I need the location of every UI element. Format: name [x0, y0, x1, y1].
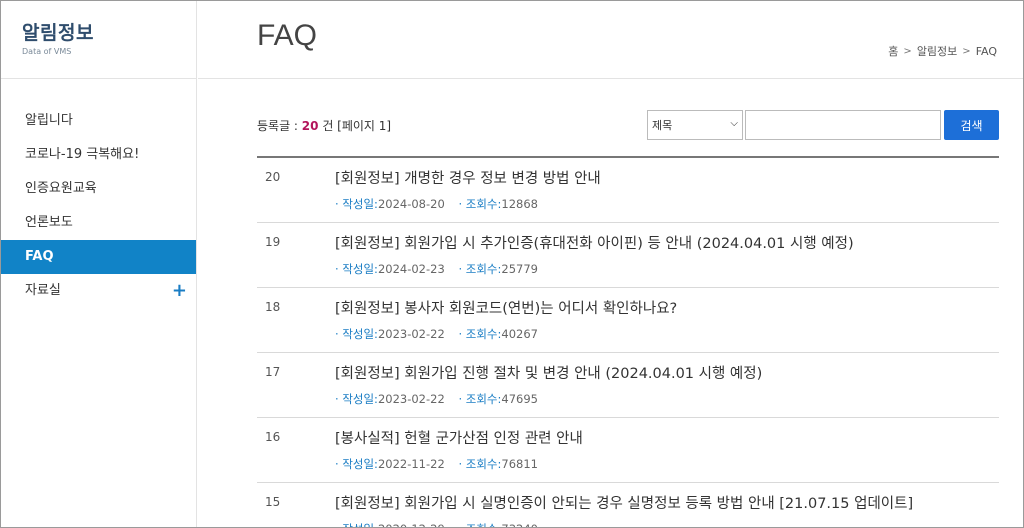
- post-count: 등록글 : 20 건 [페이지 1]: [257, 117, 391, 134]
- sidebar-item-press[interactable]: 언론보도: [1, 206, 196, 240]
- post-date: 2022-11-22: [377, 457, 445, 471]
- sidebar-item-covid[interactable]: 코로나-19 극복해요!: [1, 138, 196, 172]
- search-button[interactable]: 검색: [944, 110, 999, 140]
- list-item: 19 [회원정보] 회원가입 시 추가인증(휴대전화 아이핀) 등 안내 (20…: [257, 223, 999, 288]
- post-count-suffix: 건 [페이지 1]: [318, 119, 392, 133]
- views-label: · 조회수:: [458, 457, 502, 471]
- post-date: 2023-02-22: [377, 327, 445, 341]
- chevron-right-icon: >: [903, 45, 912, 57]
- site-subtitle: Data of VMS: [22, 47, 72, 56]
- views-label: · 조회수:: [458, 197, 502, 211]
- post-meta: · 작성일:2023-02-22 · 조회수:47695: [335, 391, 538, 407]
- sidebar-item-faq[interactable]: FAQ: [1, 240, 196, 274]
- sidebar-item-archive[interactable]: 자료실 +: [1, 274, 196, 308]
- post-views: 25779: [501, 262, 538, 276]
- sidebar-item-label: 코로나-19 극복해요!: [25, 147, 140, 162]
- main-content: FAQ 홈 > 알림정보 > FAQ 등록글 : 20 건 [페이지 1] 제목…: [198, 1, 1023, 527]
- post-title[interactable]: [회원정보] 회원가입 시 추가인증(휴대전화 아이핀) 등 안내 (2024.…: [335, 232, 854, 253]
- post-title[interactable]: [회원정보] 봉사자 회원코드(연번)는 어디서 확인하나요?: [335, 297, 677, 318]
- date-label: · 작성일:: [335, 522, 378, 527]
- browser-frame: 알림정보 Data of VMS 알립니다 코로나-19 극복해요! 인증요원교…: [0, 0, 1024, 528]
- page-title: FAQ: [257, 19, 318, 52]
- breadcrumb: 홈 > 알림정보 > FAQ: [888, 43, 997, 59]
- sidebar: 알림정보 Data of VMS 알립니다 코로나-19 극복해요! 인증요원교…: [1, 1, 197, 527]
- list-item: 17 [회원정보] 회원가입 진행 절차 및 변경 안내 (2024.04.01…: [257, 353, 999, 418]
- sidebar-item-label: FAQ: [25, 249, 54, 264]
- post-date: 2024-02-23: [377, 262, 445, 276]
- breadcrumb-home[interactable]: 홈: [888, 43, 898, 59]
- faq-list: 20 [회원정보] 개명한 경우 정보 변경 방법 안내 · 작성일:2024-…: [257, 156, 999, 527]
- post-number: 17: [265, 365, 281, 379]
- site-logo[interactable]: 알림정보 Data of VMS: [1, 1, 196, 79]
- post-number: 19: [265, 235, 281, 249]
- date-label: · 작성일:: [335, 457, 378, 471]
- post-date: 2023-02-22: [377, 392, 445, 406]
- site-title: 알림정보: [22, 22, 94, 44]
- post-title[interactable]: [봉사실적] 헌혈 군가산점 인정 관련 안내: [335, 427, 583, 448]
- date-label: · 작성일:: [335, 262, 378, 276]
- sidebar-item-certification-training[interactable]: 인증요원교육: [1, 172, 196, 206]
- post-number: 15: [265, 495, 281, 509]
- post-title[interactable]: [회원정보] 회원가입 진행 절차 및 변경 안내 (2024.04.01 시행…: [335, 362, 762, 383]
- post-views: 76811: [501, 457, 538, 471]
- breadcrumb-section[interactable]: 알림정보: [917, 43, 957, 59]
- list-item: 15 [회원정보] 회원가입 시 실명인증이 안되는 경우 실명정보 등록 방법…: [257, 483, 999, 527]
- list-item: 16 [봉사실적] 헌혈 군가산점 인정 관련 안내 · 작성일:2022-11…: [257, 418, 999, 483]
- post-count-value: 20: [301, 119, 319, 133]
- post-date: 2020-12-29: [378, 522, 445, 527]
- side-menu: 알립니다 코로나-19 극복해요! 인증요원교육 언론보도 FAQ 자료실 +: [1, 104, 196, 308]
- chevron-right-icon: >: [962, 45, 971, 57]
- post-number: 16: [265, 430, 281, 444]
- post-meta: · 작성일:2022-11-22 · 조회수:76811: [335, 456, 538, 472]
- chevron-down-icon: ⌵: [730, 118, 738, 129]
- date-label: · 작성일:: [335, 392, 378, 406]
- breadcrumb-current: FAQ: [975, 44, 997, 58]
- post-views: 47695: [501, 392, 538, 406]
- post-meta: · 작성일:2020-12-29 · 조회수:73240: [335, 521, 538, 527]
- views-label: · 조회수:: [458, 327, 502, 341]
- post-count-label: 등록글 :: [257, 119, 302, 133]
- sidebar-item-label: 알립니다: [25, 113, 73, 128]
- list-item: 18 [회원정보] 봉사자 회원코드(연번)는 어디서 확인하나요? · 작성일…: [257, 288, 999, 353]
- post-date: 2024-08-20: [377, 197, 445, 211]
- date-label: · 작성일:: [335, 197, 378, 211]
- post-title[interactable]: [회원정보] 회원가입 시 실명인증이 안되는 경우 실명정보 등록 방법 안내…: [335, 492, 913, 513]
- post-views: 73240: [501, 522, 538, 527]
- post-meta: · 작성일:2024-02-23 · 조회수:25779: [335, 261, 538, 277]
- sidebar-item-label: 언론보도: [25, 215, 73, 230]
- search-input[interactable]: [745, 110, 941, 140]
- plus-icon[interactable]: +: [172, 274, 187, 308]
- post-views: 12868: [501, 197, 538, 211]
- sidebar-item-label: 자료실: [25, 283, 61, 298]
- post-views: 40267: [501, 327, 538, 341]
- date-label: · 작성일:: [335, 327, 378, 341]
- post-meta: · 작성일:2024-08-20 · 조회수:12868: [335, 196, 538, 212]
- views-label: · 조회수:: [458, 262, 502, 276]
- views-label: · 조회수:: [458, 522, 501, 527]
- views-label: · 조회수:: [458, 392, 502, 406]
- post-title[interactable]: [회원정보] 개명한 경우 정보 변경 방법 안내: [335, 167, 601, 188]
- search-field-value: 제목: [652, 119, 673, 132]
- sidebar-item-label: 인증요원교육: [25, 181, 97, 196]
- search-field-select[interactable]: 제목 ⌵: [647, 110, 743, 140]
- page-header: FAQ 홈 > 알림정보 > FAQ: [198, 1, 1023, 79]
- sidebar-item-notices[interactable]: 알립니다: [1, 104, 196, 138]
- board-toolbar: 등록글 : 20 건 [페이지 1] 제목 ⌵ 검색: [257, 109, 999, 141]
- list-item: 20 [회원정보] 개명한 경우 정보 변경 방법 안내 · 작성일:2024-…: [257, 158, 999, 223]
- post-number: 18: [265, 300, 281, 314]
- post-meta: · 작성일:2023-02-22 · 조회수:40267: [335, 326, 538, 342]
- post-number: 20: [265, 170, 281, 184]
